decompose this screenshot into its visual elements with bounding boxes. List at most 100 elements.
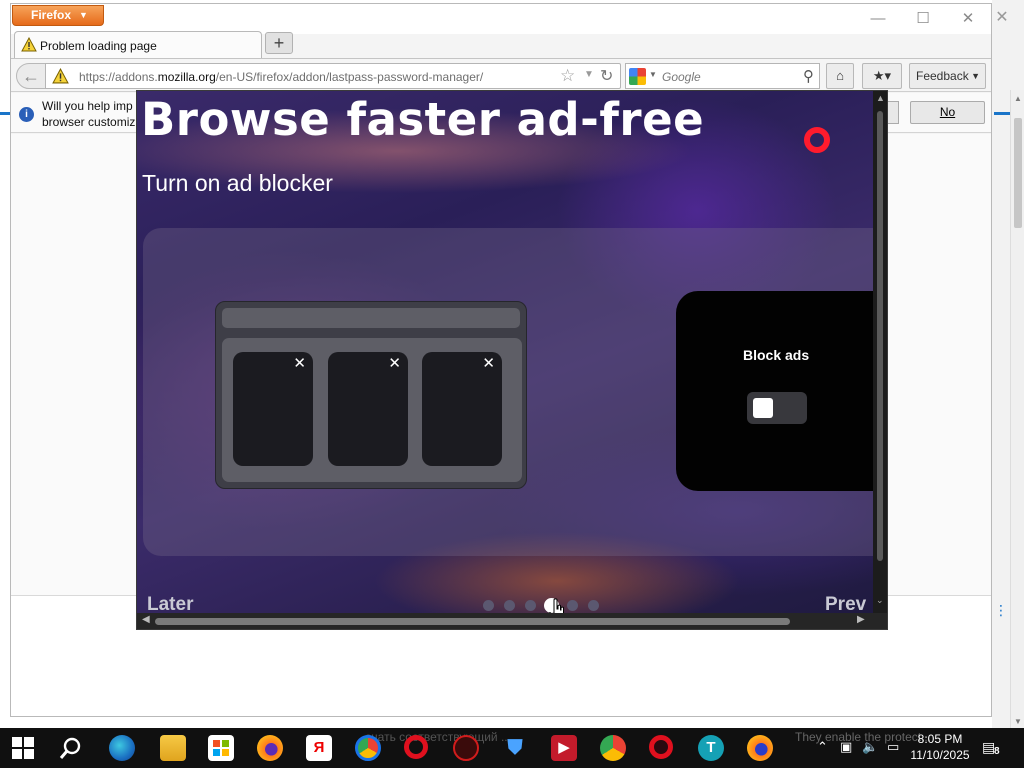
title-bar: Firefox ▼ — ☐ ✕ [11, 4, 991, 34]
opera-promo-popup: Browse faster ad-free Turn on ad blocker… [136, 90, 888, 630]
antivirus-icon[interactable] [453, 735, 479, 761]
scroll-left-icon[interactable]: ◀ [142, 614, 150, 625]
more-options-icon[interactable]: ⋮ [994, 602, 1008, 622]
file-explorer-icon[interactable] [160, 735, 186, 761]
background-accent-line [0, 112, 10, 115]
background-scrollbar[interactable]: ▲ ▼ [1010, 90, 1024, 730]
warning-icon [21, 37, 37, 52]
scroll-down-icon[interactable]: ▼ [1013, 717, 1023, 726]
firefox-icon[interactable] [257, 735, 283, 761]
clock-date: 11/10/2025 [910, 748, 970, 762]
opera-gx-icon[interactable] [649, 735, 673, 759]
scrollbar-thumb[interactable] [1014, 118, 1022, 228]
back-button[interactable]: ← [16, 63, 46, 89]
site-warning-icon [52, 68, 69, 84]
ad-tile: ✕ [233, 352, 313, 466]
clock-time: 8:05 PM [917, 732, 963, 746]
popup-vertical-scrollbar[interactable]: ▲ ⌄ [873, 91, 887, 613]
opera-icon[interactable] [404, 735, 428, 759]
close-ad-icon: ✕ [482, 355, 495, 372]
close-ad-icon: ✕ [388, 355, 401, 372]
scroll-right-icon[interactable]: ▶ [857, 614, 865, 625]
chevron-down-icon: ▼ [971, 71, 980, 81]
minimize-icon[interactable]: — [863, 10, 893, 28]
url-domain: mozilla.org [157, 70, 216, 84]
network-icon[interactable]: ▭ [887, 739, 899, 755]
promo-subtitle: Turn on ad blocker [142, 170, 333, 196]
meet-now-icon[interactable]: ▣ [840, 739, 852, 755]
chevron-down-icon: ▼ [79, 10, 88, 20]
url-text[interactable]: https://addons.mozilla.org/en-US/firefox… [79, 70, 483, 84]
teams-icon[interactable]: T [698, 735, 724, 761]
home-icon: ⌂ [836, 68, 844, 83]
scroll-up-icon[interactable]: ▲ [1013, 94, 1023, 103]
popup-horizontal-scrollbar[interactable]: ◀ ▶ [137, 613, 887, 629]
scroll-down-icon[interactable]: ⌄ [876, 595, 884, 606]
scroll-up-icon[interactable]: ▲ [876, 93, 885, 103]
google-engine-icon[interactable] [629, 68, 646, 85]
tray-overflow-icon[interactable]: ⌃ [817, 739, 828, 755]
chrome-beta-icon[interactable] [600, 735, 626, 761]
opera-logo-icon [804, 127, 830, 153]
firefox-2-icon[interactable] [747, 735, 773, 761]
shield-icon[interactable]: ⛊ [502, 735, 528, 761]
search-placeholder: Google [662, 70, 701, 84]
pagination-dot[interactable] [483, 600, 494, 611]
maximize-icon[interactable]: ☐ [908, 10, 938, 28]
plus-icon: + [273, 33, 285, 53]
toggle-knob [753, 398, 773, 418]
block-ads-card: Block ads [676, 291, 876, 491]
system-clock[interactable]: 8:05 PM 11/10/2025 [905, 731, 975, 763]
yandex-icon[interactable]: Я [306, 735, 332, 761]
url-prefix: https://addons. [79, 70, 158, 84]
feedback-button[interactable]: Feedback ▼ [909, 63, 986, 89]
chrome-icon[interactable] [355, 735, 381, 761]
bookmarks-icon: ★▾ [872, 68, 892, 83]
home-button[interactable]: ⌂ [826, 63, 854, 89]
taskbar: ачать соответствующий ... They enable th… [0, 728, 1024, 768]
pagination-dot[interactable] [567, 600, 578, 611]
notification-count: 8 [994, 746, 1000, 757]
reload-icon[interactable]: ↻ [600, 66, 613, 86]
edge-icon[interactable] [109, 735, 135, 761]
close-icon[interactable]: ✕ [953, 10, 983, 28]
block-ads-label: Block ads [743, 347, 810, 363]
address-bar[interactable]: https://addons.mozilla.org/en-US/firefox… [45, 63, 621, 89]
firefox-menu-label: Firefox [31, 8, 72, 22]
notification-line-1: Will you help imp [42, 99, 133, 113]
background-accent-line-right [994, 112, 1010, 115]
bookmark-star-icon[interactable]: ☆ [560, 66, 575, 86]
store-icon[interactable] [208, 735, 234, 761]
volume-icon[interactable]: 🔈 [862, 739, 878, 755]
search-bar[interactable]: ▼ Google ⚲ [625, 63, 820, 89]
mock-browser-illustration: ✕ ✕ ✕ [215, 301, 527, 489]
no-button[interactable]: No [910, 101, 985, 124]
mock-address-bar [222, 308, 520, 328]
notification-text: Will you help imp browser customiz [42, 98, 142, 130]
tab-problem-loading[interactable]: Problem loading page [14, 31, 262, 59]
close-ad-icon: ✕ [293, 355, 306, 372]
new-tab-button[interactable]: + [265, 32, 293, 54]
background-window-close-icon[interactable]: ✕ [992, 8, 1012, 28]
pagination-dot[interactable] [504, 600, 515, 611]
engine-dropdown-icon[interactable]: ▼ [649, 70, 657, 79]
scrollbar-thumb[interactable] [877, 111, 883, 561]
firefox-menu-button[interactable]: Firefox ▼ [12, 5, 104, 26]
ad-tile: ✕ [328, 352, 408, 466]
mock-page-area: ✕ ✕ ✕ [222, 338, 522, 482]
back-arrow-icon: ← [22, 66, 40, 86]
search-icon[interactable] [58, 735, 84, 761]
search-icon[interactable]: ⚲ [803, 67, 814, 85]
pagination-dot[interactable] [525, 600, 536, 611]
promo-headline: Browse faster ad-free [141, 93, 705, 146]
history-dropdown-icon[interactable]: ▼ [584, 69, 594, 80]
tab-title: Problem loading page [40, 39, 157, 53]
bookmarks-button[interactable]: ★▾ [862, 63, 902, 89]
video-icon[interactable]: ▶ [551, 735, 577, 761]
notification-line-2: browser customiz [42, 115, 136, 129]
scrollbar-thumb[interactable] [155, 618, 790, 625]
pagination-dot[interactable] [588, 600, 599, 611]
block-ads-toggle[interactable] [747, 392, 807, 424]
windows-start-icon[interactable] [12, 737, 34, 759]
url-path: /en-US/firefox/addon/lastpass-password-m… [215, 70, 484, 84]
